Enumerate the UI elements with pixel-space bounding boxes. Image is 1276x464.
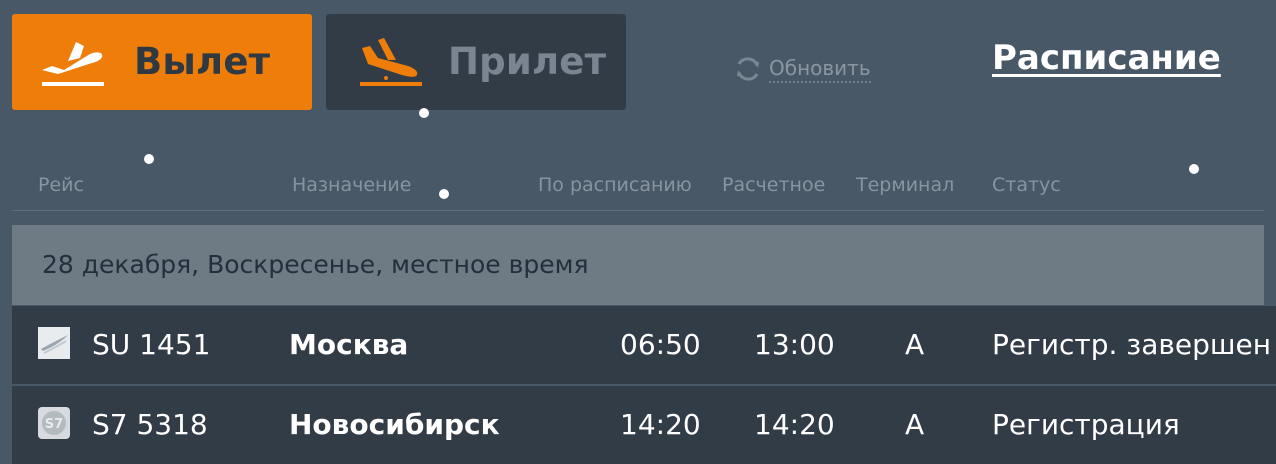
date-header-text: 28 декабря, Воскресенье, местное время	[42, 250, 589, 279]
flight-status: Регистр. завершен	[992, 328, 1272, 361]
column-header-status: Статус	[992, 174, 1061, 196]
estimated-time: 13:00	[754, 328, 835, 361]
column-header-flight: Рейс	[38, 174, 84, 196]
decorative-dot	[439, 189, 449, 199]
table-row[interactable]: S7 S7 5318 Новосибирск 14:20 14:20 A Рег…	[12, 386, 1276, 464]
svg-text:S7: S7	[45, 417, 63, 432]
tab-arrival[interactable]: Прилет	[326, 14, 626, 110]
tab-arrival-label: Прилет	[448, 40, 607, 83]
flight-status: Регистрация	[992, 408, 1180, 441]
table-row[interactable]: SU 1451 Москва 06:50 13:00 A Регистр. за…	[12, 306, 1276, 384]
refresh-label: Обновить	[769, 55, 871, 83]
date-header: 28 декабря, Воскресенье, местное время	[12, 225, 1264, 305]
decorative-dot	[1189, 164, 1199, 174]
flight-number: SU 1451	[92, 328, 211, 361]
terminal: A	[905, 328, 925, 361]
destination-city: Новосибирск	[289, 408, 500, 441]
plane-takeoff-icon	[42, 42, 104, 86]
s7-logo-icon: S7	[38, 407, 70, 439]
column-header-terminal: Терминал	[856, 174, 955, 196]
schedule-link[interactable]: Расписание	[992, 38, 1221, 78]
tab-departure-label: Вылет	[134, 40, 271, 83]
header-divider	[12, 210, 1264, 211]
column-header-estimated: Расчетное	[722, 174, 826, 196]
aeroflot-logo-icon	[38, 327, 70, 359]
tab-departure[interactable]: Вылет	[12, 14, 312, 110]
column-header-destination: Назначение	[292, 174, 412, 196]
refresh-button[interactable]: Обновить	[733, 52, 871, 86]
plane-landing-icon	[360, 38, 422, 86]
column-header-scheduled: По расписанию	[538, 174, 692, 196]
scheduled-time: 14:20	[620, 408, 701, 441]
decorative-dot	[419, 108, 429, 118]
estimated-time: 14:20	[754, 408, 835, 441]
refresh-icon	[737, 57, 759, 81]
scheduled-time: 06:50	[620, 328, 701, 361]
terminal: A	[905, 408, 925, 441]
destination-city: Москва	[289, 328, 409, 361]
decorative-dot	[144, 154, 154, 164]
flight-number: S7 5318	[92, 408, 208, 441]
